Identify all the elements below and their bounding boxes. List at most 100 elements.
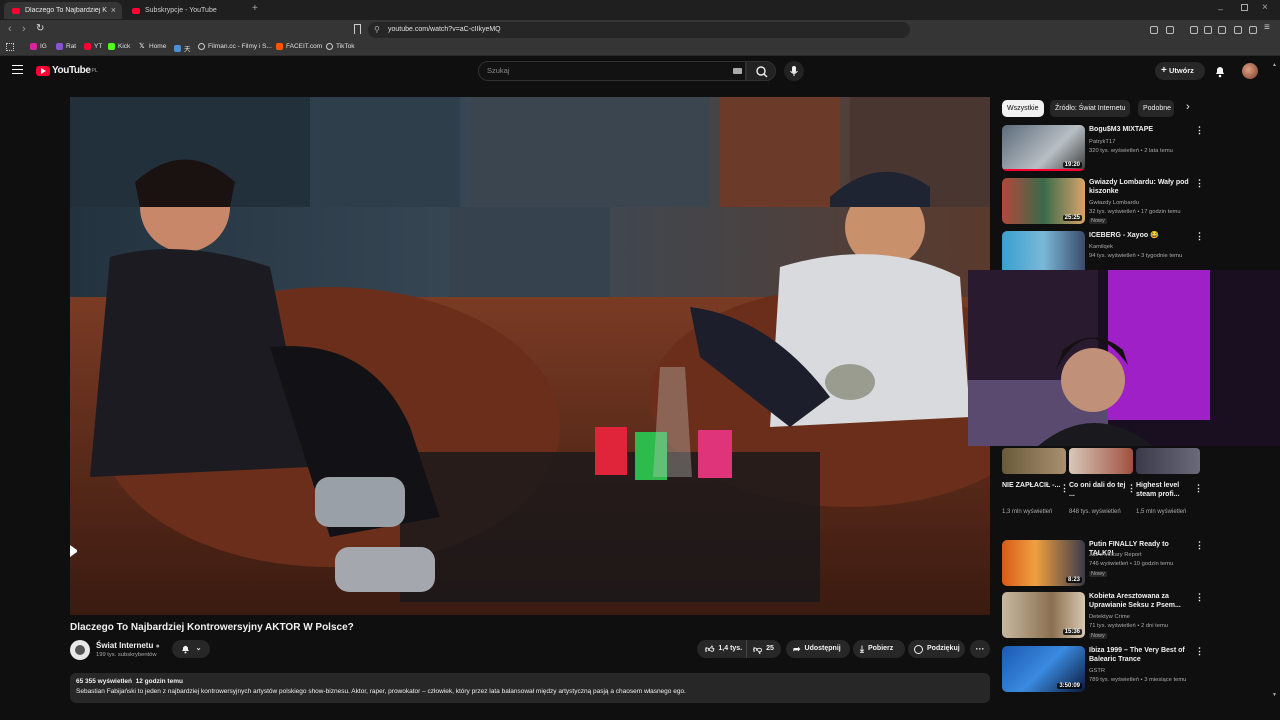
bookmark-ig[interactable]: IG [30,43,47,50]
tab-label: Subskrypcje - YouTube [145,7,217,14]
tab-active[interactable]: Dlaczego To Najbardziej Kon × [4,2,122,19]
recommendation-item[interactable]: 8:23 Putin FINALLY Ready to TALK?! J&J's… [1002,540,1204,588]
mouse-cursor-icon [70,545,80,557]
url-field[interactable]: ⚲ youtube.com/watch?v=aC-cIIkyeMQ [368,22,910,38]
l-icon [174,44,181,52]
bookmark-yt[interactable]: YT [84,43,102,50]
close-window-button[interactable]: × [1262,2,1268,13]
thanks-button[interactable]: Podziękuj [908,640,965,658]
bookmark-filman[interactable]: Filman.cc - Filmy i S... [198,43,272,50]
url-text: youtube.com/watch?v=aC-cIIkyeMQ [388,26,501,33]
plus-icon: + [1161,65,1167,76]
short-thumbnail[interactable] [1136,448,1200,474]
view-stats: 65 355 wyświetleń 12 godzin temu [76,678,183,685]
menu-icon[interactable]: ≡ [1264,22,1270,33]
notifications-bell-icon[interactable] [1214,64,1226,78]
extension-icon[interactable] [1150,26,1158,34]
faceit-icon [276,43,283,50]
more-vertical-icon[interactable]: ⋮ [1194,483,1203,494]
back-icon[interactable]: ‹ [8,23,12,35]
bookmark-kick[interactable]: Kick [108,43,130,50]
bookmark-tiktok[interactable]: TikTok [326,43,355,50]
globe-icon [326,43,333,50]
search-input[interactable]: Szukaj [478,61,746,81]
scroll-up-icon[interactable]: ▲ [1272,62,1277,68]
forward-icon[interactable]: › [22,23,26,35]
close-tab-icon[interactable]: × [111,5,116,15]
recommendation-item[interactable]: 19:20 Bogu$M3 MIXTAPE PatrykT17 320 tys.… [1002,125,1204,173]
search-button[interactable] [746,61,776,81]
chip-all[interactable]: Wszystkie [1002,100,1044,117]
description-box[interactable]: 65 355 wyświetleń 12 godzin temu Sebasti… [70,673,990,703]
channel-avatar[interactable] [70,640,90,660]
recommendation-item[interactable]: ICEBERG - Xayoo 😂 Kamilqek 94 tys. wyświ… [1002,231,1204,277]
reload-icon[interactable]: ↻ [36,23,44,34]
thumbs-up-icon: 👍︎ [705,644,715,654]
more-vertical-icon[interactable]: ⋮ [1195,231,1204,242]
bookmark-home[interactable]: 𝕏 Home [139,43,166,50]
bookmarks-bar: IG Rat YT Kick 𝕏 Home 天 Filman.cc - Filmy… [0,40,1280,56]
leo-icon[interactable] [1234,26,1242,34]
share-button[interactable]: ➦ Udostępnij [786,640,850,658]
chevron-down-icon: ⌄ [195,645,202,652]
sidebar-icon[interactable] [1204,26,1212,34]
more-actions-button[interactable]: ··· [970,640,990,658]
scroll-down-icon[interactable]: ▼ [1272,692,1277,698]
hamburger-menu-icon[interactable] [12,65,23,74]
download-icon: ⤓ [860,644,864,654]
bookmark-faceit[interactable]: FACEIT.com [276,43,322,50]
recommendation-item[interactable]: 25:25 Gwiazdy Lombardu: Wały pod kiszonk… [1002,178,1204,226]
youtube-favicon-icon [132,7,140,14]
new-tab-button[interactable]: + [252,3,258,14]
search-icon [756,66,768,78]
youtube-logo[interactable]: YouTube PL [36,65,98,76]
video-thumbnail[interactable]: 15:36 [1002,592,1085,638]
wallet-icon[interactable] [1218,26,1226,34]
subscribed-button[interactable]: ⌄ [172,640,210,658]
apps-icon[interactable] [6,43,14,51]
chevron-right-icon[interactable]: › [1186,101,1190,113]
more-vertical-icon[interactable]: ⋮ [1127,483,1136,494]
recommendation-item[interactable]: 15:36 Kobieta Aresztowana za Uprawianie … [1002,592,1204,640]
avatar[interactable] [1242,63,1258,79]
video-thumbnail[interactable]: 19:20 [1002,125,1085,171]
video-thumbnail[interactable]: 3:50:09 [1002,646,1085,692]
more-horizontal-icon: ··· [975,644,985,654]
keyboard-icon[interactable] [733,68,742,74]
video-frame [70,97,990,615]
download-button[interactable]: ⤓ Pobierz [853,640,905,658]
recommendation-item[interactable]: 3:50:09 Ibiza 1999 – The Very Best of Ba… [1002,646,1204,694]
site-info-icon[interactable]: ⚲ [374,22,380,38]
more-vertical-icon[interactable]: ⋮ [1195,592,1204,603]
voice-search-button[interactable] [784,61,804,81]
more-vertical-icon[interactable]: ⋮ [1195,125,1204,136]
scrollbar[interactable]: ▲ ▼ [1272,62,1278,702]
chip-source[interactable]: Źródło: Świat Internetu [1050,100,1131,117]
video-thumbnail[interactable]: 25:25 [1002,178,1085,224]
more-vertical-icon[interactable]: ⋮ [1060,483,1069,494]
video-title: Dlaczego To Najbardziej Kontrowersyjny A… [70,622,354,633]
like-button[interactable]: 👍︎ 1,4 tys. [697,640,747,658]
description-text: Sebastian Fabijański to jeden z najbardz… [76,688,686,695]
bookmark-rat[interactable]: Rat [56,43,76,50]
short-thumbnail[interactable] [1002,448,1066,474]
tab-subscriptions[interactable]: Subskrypcje - YouTube [124,2,246,19]
video-thumbnail[interactable]: 8:23 [1002,540,1085,586]
vpn-icon[interactable] [1249,26,1257,34]
more-vertical-icon[interactable]: ⋮ [1195,646,1204,657]
more-vertical-icon[interactable]: ⋮ [1195,178,1204,189]
bookmark-page-icon[interactable] [354,24,361,34]
short-thumbnail[interactable] [1069,448,1133,474]
instagram-icon [30,43,37,50]
bookmark-kanji[interactable]: 天 [174,43,191,53]
music-icon[interactable] [1190,26,1198,34]
dislike-button[interactable]: 👎︎ 25 [747,640,774,658]
more-vertical-icon[interactable]: ⋮ [1195,540,1204,551]
channel-name[interactable]: Świat Internetu ● [96,641,160,650]
video-player[interactable] [70,97,990,615]
maximize-button[interactable] [1241,4,1248,11]
extension-icon[interactable] [1166,26,1174,34]
minimize-button[interactable]: – [1218,4,1223,14]
create-button[interactable]: + Utwórz [1155,62,1205,80]
chip-related[interactable]: Podobne [1138,100,1174,117]
